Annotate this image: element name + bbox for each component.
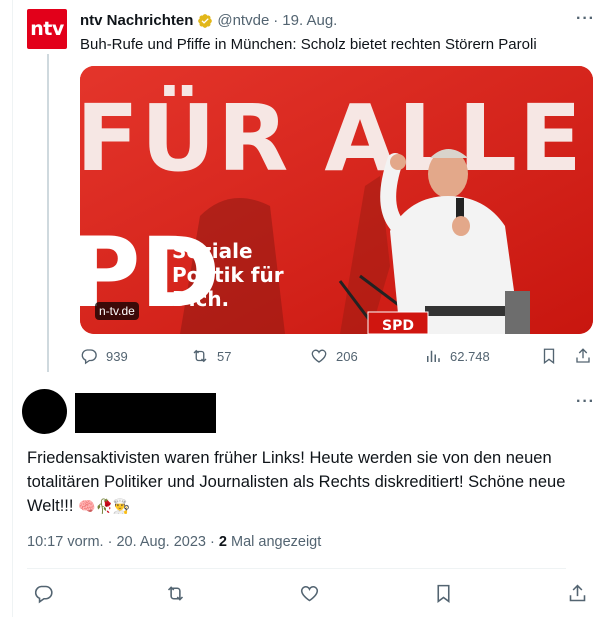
- retweet-count: 57: [217, 348, 232, 364]
- retweet-icon: [193, 349, 207, 363]
- reply-actions: [27, 583, 587, 605]
- views-count: 62.748: [450, 348, 490, 364]
- like-icon[interactable]: [299, 583, 320, 604]
- retweet-icon[interactable]: [165, 583, 186, 604]
- reply-button[interactable]: 939: [80, 347, 128, 365]
- reply-avatar-redacted[interactable]: [22, 389, 67, 434]
- tweet-header: ntv Nachrichten @ntvde · 19. Aug.: [80, 12, 337, 29]
- banner-text: FÜR ALLE.: [80, 83, 593, 192]
- author-name[interactable]: ntv Nachrichten: [80, 12, 193, 29]
- slogan-line-3: Dich.: [172, 287, 229, 311]
- like-count: 206: [336, 348, 358, 364]
- rally-photo: FÜR ALLE. PD Soziale Politik für Dich. S…: [80, 66, 593, 334]
- like-button[interactable]: 206: [310, 347, 358, 365]
- podium-logo: SPD: [382, 318, 414, 334]
- verified-badge-icon: [198, 13, 213, 28]
- reply-date[interactable]: 20. Aug. 2023: [116, 534, 206, 550]
- reply-icon[interactable]: [33, 583, 54, 604]
- share-button[interactable]: [574, 347, 592, 365]
- share-icon[interactable]: [567, 583, 588, 604]
- bookmark-icon: [543, 348, 555, 365]
- slogan-line-2: Politik für: [172, 263, 284, 287]
- more-icon[interactable]: ···: [576, 393, 595, 411]
- avatar-logo-text: ntv: [30, 18, 64, 40]
- reply-author-redacted: [75, 393, 216, 433]
- meta-separator-2: ·: [210, 534, 215, 550]
- header-separator: ·: [273, 12, 279, 29]
- ntv-avatar[interactable]: ntv: [27, 9, 67, 49]
- slogan-line-1: Soziale: [172, 239, 253, 263]
- retweet-button[interactable]: 57: [191, 347, 231, 365]
- tweet-actions: 939 57 206 62.748: [80, 347, 593, 367]
- image-source-badge: n-tv.de: [95, 302, 139, 320]
- reply-meta: 10:17 vorm. · 20. Aug. 2023 · 2 Mal ange…: [27, 534, 321, 550]
- like-icon: [311, 349, 327, 363]
- thread-connector-line: [47, 54, 49, 372]
- reply-emojis: 🧠🥀👨‍🍳: [78, 498, 131, 514]
- divider: [27, 568, 566, 569]
- tweet-date[interactable]: 19. Aug.: [282, 12, 337, 29]
- author-handle[interactable]: @ntvde: [217, 12, 269, 29]
- views-button[interactable]: 62.748: [424, 347, 490, 365]
- bookmark-icon[interactable]: [433, 583, 454, 604]
- view-count: 2: [218, 534, 227, 550]
- reply-count: 939: [106, 348, 128, 364]
- view-label: Mal angezeigt: [231, 534, 322, 550]
- reply-icon: [81, 349, 97, 365]
- meta-separator: ·: [107, 534, 113, 550]
- more-icon[interactable]: ···: [576, 10, 595, 28]
- tweet-image[interactable]: FÜR ALLE. PD Soziale Politik für Dich. S…: [80, 66, 593, 334]
- share-icon: [576, 348, 590, 363]
- reply-text-block: Friedensaktivisten waren früher Links! H…: [27, 446, 587, 518]
- views-icon: [427, 350, 440, 362]
- reply-time[interactable]: 10:17 vorm.: [27, 534, 104, 550]
- tweet-text: Buh-Rufe und Pfiffe in München: Scholz b…: [80, 36, 537, 53]
- bookmark-button[interactable]: [540, 347, 558, 365]
